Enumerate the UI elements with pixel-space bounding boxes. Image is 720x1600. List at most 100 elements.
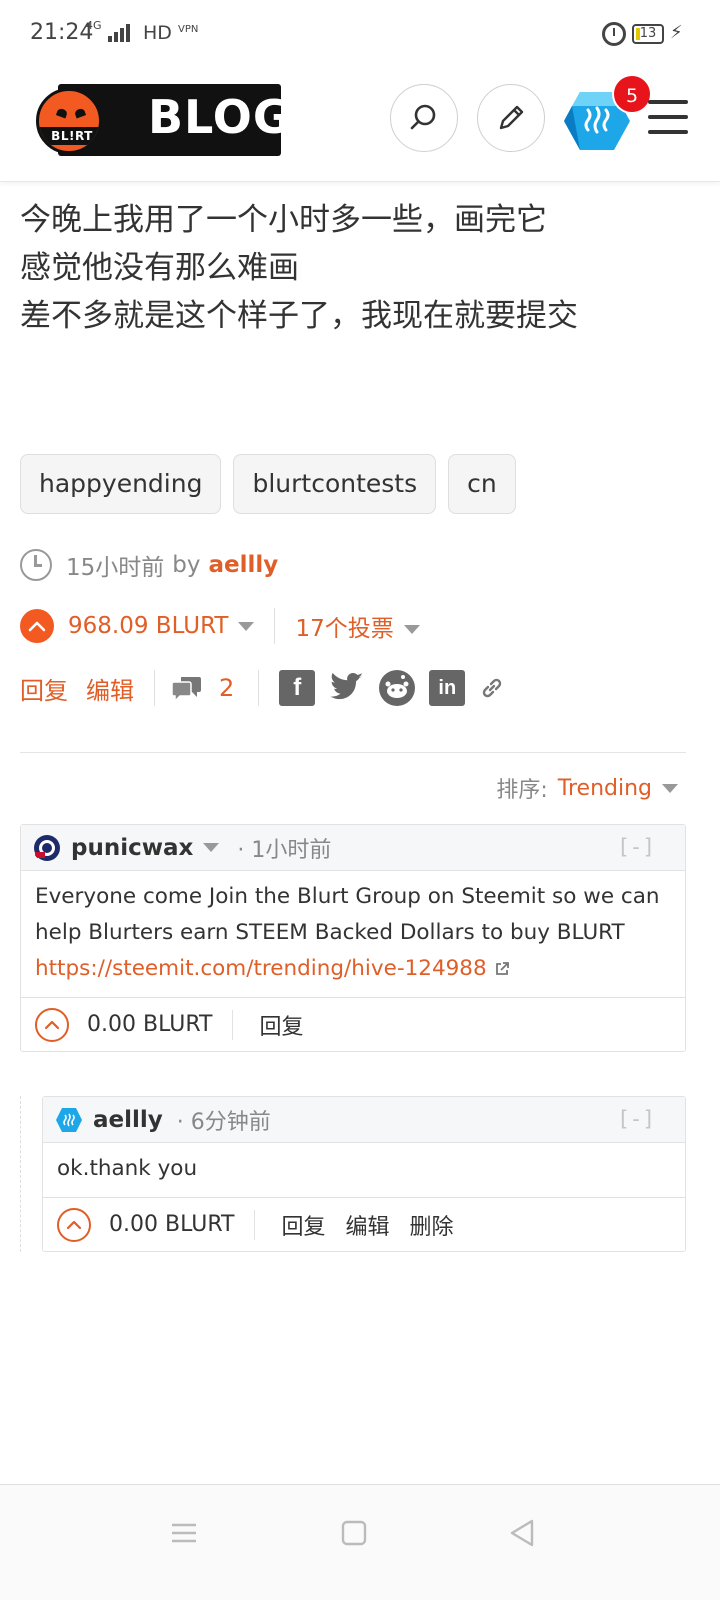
post-time: 15小时前: [66, 555, 165, 581]
post-author[interactable]: aellly: [209, 552, 279, 578]
network-type: 4G: [86, 19, 102, 32]
comment-author[interactable]: punicwax: [71, 835, 193, 861]
collapse-toggle[interactable]: [-]: [617, 835, 655, 859]
user-avatar[interactable]: 5: [560, 74, 652, 162]
comment-footer: 0.00 BLURT 回复 编辑 删除: [43, 1197, 685, 1251]
system-nav-bar: [0, 1484, 720, 1600]
caret-down-icon[interactable]: [203, 843, 220, 852]
status-time: 21:24: [30, 20, 94, 45]
comment-delete-link[interactable]: 删除: [410, 1209, 454, 1241]
comment-author[interactable]: aellly: [93, 1107, 163, 1133]
payout-value: 968.09 BLURT: [68, 613, 229, 639]
comment-time: · 1小时前: [237, 837, 332, 863]
status-bar: 21:24 4G HD VPN 13 ⚡: [0, 0, 720, 70]
alarm-icon: [602, 22, 626, 46]
tag-blurtcontests[interactable]: blurtcontests: [233, 454, 437, 514]
commenter-avatar[interactable]: [55, 1106, 83, 1134]
comments-icon: [171, 677, 201, 703]
share-icons: f in: [279, 670, 505, 706]
sort-value: Trending: [557, 775, 652, 801]
tag-happyending[interactable]: happyending: [20, 454, 222, 514]
facebook-icon[interactable]: f: [279, 670, 316, 706]
clock-icon: [20, 549, 52, 581]
recent-apps-icon[interactable]: [164, 1513, 204, 1553]
write-post-button[interactable]: [477, 84, 545, 152]
vpn-indicator: VPN: [178, 24, 199, 35]
back-icon[interactable]: [502, 1513, 542, 1553]
comment-payout[interactable]: 0.00 BLURT: [87, 1012, 212, 1037]
divider: [254, 1209, 256, 1240]
comment-time: · 6分钟前: [176, 1109, 271, 1135]
payout-row: 968.09 BLURT 17个投票: [20, 606, 420, 646]
search-icon: [410, 104, 436, 130]
tag-list: happyending blurtcontests cn: [20, 454, 516, 514]
collapse-toggle[interactable]: [-]: [617, 1107, 655, 1131]
app-header: BLOG BL!RT 5: [0, 70, 720, 182]
twitter-icon[interactable]: [329, 672, 365, 704]
comment-edit-link[interactable]: 编辑: [345, 1209, 389, 1241]
comment-footer: 0.00 BLURT 回复: [21, 997, 685, 1051]
caret-down-icon: [238, 622, 255, 631]
comment-reply-link[interactable]: 回复: [281, 1209, 325, 1241]
comment: punicwax · 1小时前 [-] Everyone come Join t…: [20, 824, 686, 1052]
comment-upvote-button[interactable]: [57, 1207, 91, 1242]
thread-line: [20, 1096, 21, 1252]
logo-text: BLOG: [148, 90, 292, 144]
link-icon[interactable]: [479, 675, 505, 701]
chevron-up-icon: [44, 1020, 60, 1029]
comment-count: 2: [219, 674, 235, 702]
sort-control[interactable]: 排序: Trending: [496, 772, 678, 804]
divider: [274, 608, 276, 644]
votes-count: 17个投票: [295, 616, 394, 642]
hd-indicator: HD: [143, 22, 172, 44]
logo-badge: BL!RT: [39, 127, 99, 145]
battery-icon: 13: [632, 24, 664, 44]
chevron-up-icon: [66, 1220, 82, 1229]
votes-dropdown[interactable]: 17个投票: [295, 609, 420, 643]
post-actions: 回复 编辑 2 f in: [20, 666, 505, 710]
signal-icon: [108, 24, 130, 42]
post-line: 差不多就是这个样子了，我现在就要提交: [20, 298, 578, 334]
upvote-button[interactable]: [20, 609, 54, 643]
hamburger-menu-icon[interactable]: [648, 100, 688, 134]
comment-reply-link[interactable]: 回复: [259, 1009, 303, 1041]
comment-text: ok.thank you: [57, 1156, 198, 1181]
logo-mascot-icon: BL!RT: [36, 88, 102, 154]
post-line: 今晚上我用了一个小时多一些，画完它: [20, 202, 547, 238]
external-link-icon: [495, 962, 509, 975]
divider: [232, 1009, 234, 1040]
blurt-logo[interactable]: BLOG BL!RT: [36, 84, 291, 158]
edit-link[interactable]: 编辑: [86, 671, 134, 706]
comment-count-link[interactable]: 2: [171, 673, 234, 703]
post-line: 感觉他没有那么难画: [20, 250, 299, 286]
charging-icon: ⚡: [670, 22, 683, 43]
comment-payout[interactable]: 0.00 BLURT: [109, 1212, 234, 1237]
comment-body: Everyone come Join the Blurt Group on St…: [21, 871, 685, 995]
notification-badge[interactable]: 5: [612, 74, 652, 114]
comment-body: ok.thank you: [43, 1143, 685, 1195]
comment-upvote-button[interactable]: [35, 1007, 69, 1042]
divider: [154, 670, 155, 706]
comment-reply: aellly · 6分钟前 [-] ok.thank you 0.00 BLUR…: [42, 1096, 686, 1252]
search-button[interactable]: [390, 84, 458, 152]
sort-label: 排序:: [496, 778, 548, 803]
commenter-avatar[interactable]: [33, 834, 61, 862]
linkedin-icon[interactable]: in: [429, 670, 466, 706]
divider: [258, 670, 260, 706]
chevron-up-icon: [28, 621, 46, 632]
comment-link[interactable]: https://steemit.com/trending/hive-124988: [35, 956, 487, 981]
reply-link[interactable]: 回复: [20, 671, 68, 706]
comment-header: aellly · 6分钟前 [-]: [43, 1097, 685, 1143]
section-divider: [20, 752, 686, 753]
comment-header: punicwax · 1小时前 [-]: [21, 825, 685, 871]
payout-amount[interactable]: 968.09 BLURT: [68, 613, 255, 639]
reddit-icon[interactable]: [379, 670, 416, 706]
tag-cn[interactable]: cn: [448, 454, 516, 514]
by-label: by: [172, 552, 201, 578]
pencil-icon: [499, 105, 524, 130]
post-body: 今晚上我用了一个小时多一些，画完它 感觉他没有那么难画 差不多就是这个样子了，我…: [20, 196, 700, 340]
comment-text: Everyone come Join the Blurt Group on St…: [35, 884, 660, 945]
caret-down-icon: [403, 625, 420, 634]
home-icon[interactable]: [334, 1513, 374, 1553]
caret-down-icon: [662, 783, 678, 793]
